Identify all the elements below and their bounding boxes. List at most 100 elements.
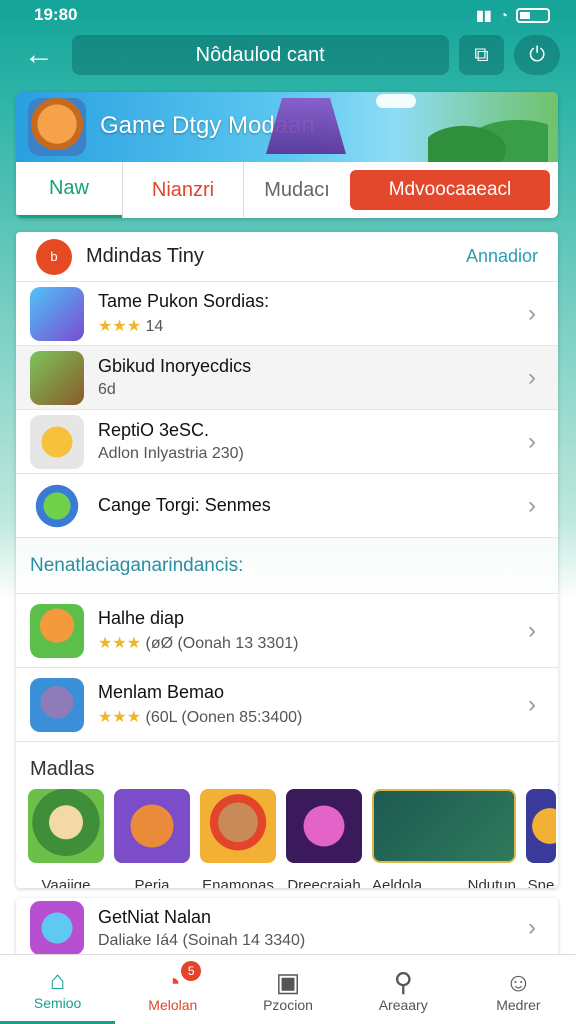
nav-label: Pzocion (263, 996, 313, 1013)
list-item[interactable]: Cange Torgi: Senmes › (16, 474, 558, 538)
list-item[interactable]: Tame Pukon Sordias: ★★★ 14 › (16, 282, 558, 346)
item-subtitle: (øØ (Oonah 13 3301) (145, 635, 299, 652)
nav-profile[interactable]: ☺ Medrer (461, 955, 576, 1024)
nav-label: Medrer (496, 996, 541, 1013)
chevron-right-icon: › (528, 616, 536, 644)
user-icon: ☺ (505, 966, 532, 997)
power-button[interactable]: ⏻ (514, 35, 560, 75)
battery-icon (516, 7, 550, 23)
arrow-left-icon: ← (23, 38, 54, 71)
item-subtitle: (60L (Oonen 85:3400) (145, 709, 303, 726)
nav-label: Melolan (148, 996, 198, 1013)
thumbnail-item[interactable]: Sne (526, 789, 556, 888)
bottom-nav: ⌂ Semioo ◔ 5 Melolan ▣ Pzocion ⚲ Areaary… (0, 954, 576, 1024)
game-icon (30, 901, 84, 955)
chevron-right-icon: › (528, 299, 536, 327)
nav-promotion[interactable]: ▣ Pzocion (230, 955, 345, 1024)
item-subtitle: Adlon Inlyastria 230) (98, 445, 244, 462)
item-title: ReptiO 3eSC. (98, 420, 210, 440)
thumbnail-row: Vaaiige Peria Enamonas Dreecraiah Aeldol… (16, 789, 558, 888)
nav-label: Areaary (378, 996, 428, 1013)
chevron-right-icon: › (528, 491, 536, 519)
banner-card: Game Dtgy Modaan Naw Nianzri Mudacı Mdvo… (16, 92, 558, 218)
game-icon (30, 677, 84, 732)
item-subtitle: 6d (98, 381, 116, 398)
tab-third[interactable]: Mudacı (244, 162, 350, 218)
thumbnail-item[interactable]: Dreecraiah (286, 789, 362, 888)
thumbnail-label: Vaaiige (41, 877, 91, 888)
thumbnail-label: Ndutun (467, 877, 516, 888)
boy-character-image (200, 789, 276, 863)
monster-character-image (286, 789, 362, 863)
item-title: Cange Torgi: Senmes (98, 495, 271, 515)
game-list-card: b Mdindas Tiny Annadior Tame Pukon Sordi… (16, 232, 558, 888)
search-icon: ⚲ (393, 966, 413, 997)
square-share-icon: ⧉ (474, 43, 489, 66)
cloud-image (376, 94, 416, 108)
page-title[interactable]: Nôdaulod cant (71, 35, 449, 75)
list-item[interactable]: Halhe diap ★★★ (øØ (Oonah 13 3301) › (16, 594, 558, 668)
chevron-right-icon: › (528, 363, 536, 391)
back-button[interactable]: ← (16, 34, 62, 76)
film-icon: ▣ (275, 966, 301, 997)
game-icon (30, 414, 84, 469)
chevron-right-icon: › (528, 690, 536, 718)
item-title: GetNiat Nalan (98, 906, 212, 927)
list-item[interactable]: ReptiO 3eSC. Adlon Inlyastria 230) › (16, 410, 558, 474)
game-icon (30, 478, 84, 533)
home-icon: ⌂ (49, 965, 66, 995)
wifi-icon: ◔ (499, 7, 508, 23)
see-all-link[interactable]: Annadior (466, 246, 538, 267)
tab-new[interactable]: Naw (16, 162, 122, 218)
item-subtitle: Daliake Iá4 (Soinah 14 3340) (98, 931, 306, 949)
list-item[interactable]: GetNiat Nalan Daliake Iá4 (Soinah 14 334… (16, 898, 558, 958)
thumbnail-label: Enamonas (202, 877, 274, 888)
thumbnail-item[interactable]: Peria (114, 789, 190, 888)
rating-stars: ★★★ (98, 318, 142, 335)
tab-second[interactable]: Nianzri (122, 162, 244, 218)
nav-home[interactable]: ⌂ Semioo (0, 955, 116, 1024)
nav-messages[interactable]: ◔ 5 Melolan (115, 955, 230, 1024)
promo-poster-image (372, 789, 516, 863)
chevron-right-icon: › (528, 427, 536, 455)
thumbnail-item[interactable]: Vaaiige (28, 789, 104, 888)
promo-banner[interactable]: Game Dtgy Modaan (16, 92, 558, 162)
rating-stars: ★★★ (98, 709, 142, 726)
item-title: Halhe diap (98, 608, 185, 628)
header-badge: b (36, 238, 72, 275)
status-bar: 19:80 ▮▮ ◔ (0, 0, 576, 30)
thumbnail-item[interactable]: Enamonas (200, 789, 276, 888)
list-item[interactable]: Menlam Bemao ★★★ (60L (Oonen 85:3400) › (16, 668, 558, 742)
thumbnail-label: Dreecraiah (287, 877, 361, 888)
thumbnail-label: Peria (134, 877, 170, 888)
section-label: Nenatlaciaganarindancis: (16, 538, 558, 594)
nav-search[interactable]: ⚲ Areaary (346, 955, 461, 1024)
cat-character-image (28, 789, 104, 863)
list-item[interactable]: Gbikud Inoryecdics 6d › (16, 346, 558, 410)
item-title: Tame Pukon Sordias: (98, 291, 270, 311)
top-bar: ← Nôdaulod cant ⧉ ⏻ (16, 34, 560, 76)
tower-image (266, 98, 346, 154)
thumbnail-item[interactable]: Aeldola Ndutun (372, 789, 516, 888)
status-time: 19:80 (34, 5, 78, 24)
thumbnail-label: Aeldola (372, 877, 423, 888)
tab-bar: Naw Nianzri Mudacı Mdvoocaaeacl (16, 162, 558, 218)
list-title: Mdindas Tiny (86, 245, 204, 267)
fox-mascot-image (28, 98, 86, 156)
game-icon (30, 350, 84, 405)
tab-action-button[interactable]: Mdvoocaaeacl (350, 170, 550, 210)
game-icon (30, 286, 84, 341)
list-header: b Mdindas Tiny Annadior (16, 232, 558, 282)
power-icon: ⏻ (529, 43, 546, 66)
notification-badge: 5 (181, 961, 202, 981)
chevron-right-icon: › (528, 914, 536, 941)
item-subtitle: 14 (145, 318, 164, 335)
share-button[interactable]: ⧉ (458, 35, 505, 75)
palm-trees-image (428, 102, 548, 162)
thumbnail-label: Sne (527, 877, 555, 888)
fox-character-image (114, 789, 190, 863)
rating-stars: ★★★ (98, 635, 142, 652)
character-image (526, 789, 556, 863)
item-title: Gbikud Inoryecdics (98, 356, 252, 376)
item-title: Menlam Bemao (98, 682, 225, 702)
